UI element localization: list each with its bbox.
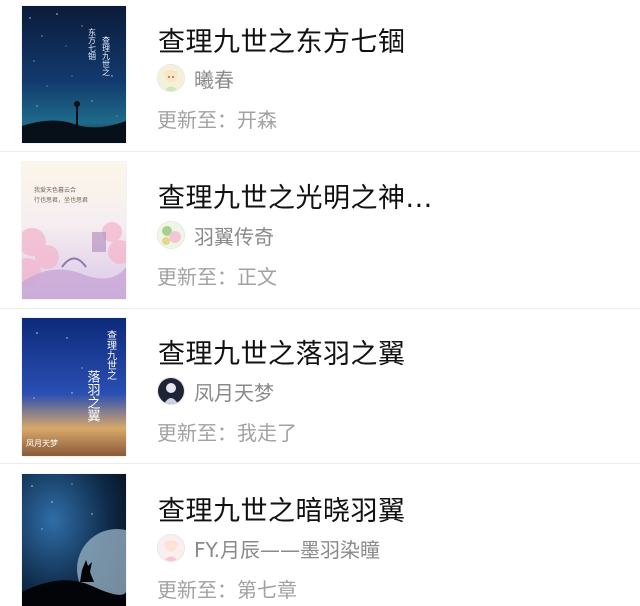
book-cover[interactable]	[22, 474, 126, 606]
svg-text:行也思君，坐也思君: 行也思君，坐也思君	[34, 196, 88, 204]
svg-text:查理九世之: 查理九世之	[102, 35, 111, 77]
update-prefix: 更新至：	[157, 578, 237, 602]
latest-chapter: 正文	[237, 265, 277, 289]
pink-anime-avatar-icon	[157, 534, 185, 562]
latest-chapter: 开森	[237, 108, 277, 132]
author-row[interactable]: FY.月辰——墨羽染瞳	[157, 534, 380, 562]
svg-text:凤月天梦: 凤月天梦	[26, 439, 58, 448]
book-list: 查理九世之 东方七锢 查理九世之东方七锢 曦春 更新至：开森 我爱天色暮云合 行…	[0, 0, 640, 606]
book-cover[interactable]: 查理九世之 东方七锢	[22, 6, 126, 143]
author-row[interactable]: 凤月天梦	[157, 377, 274, 405]
author-name: 羽翼传奇	[194, 224, 274, 249]
author-name: 曦春	[194, 67, 234, 92]
book-title[interactable]: 查理九世之光明之神...	[158, 176, 433, 215]
floral-avatar-icon	[157, 221, 185, 249]
crescent-moon-cover-image: 查理九世之 落羽之翼 凤月天梦	[22, 318, 126, 456]
book-cover[interactable]: 我爱天色暮云合 行也思君，坐也思君	[22, 162, 126, 299]
book-title[interactable]: 查理九世之东方七锢	[158, 20, 406, 59]
author-name: FY.月辰——墨羽染瞳	[194, 537, 381, 562]
author-row[interactable]: 羽翼传奇	[157, 221, 274, 249]
book-cover[interactable]: 查理九世之 落羽之翼 凤月天梦	[22, 318, 126, 456]
latest-update: 更新至：第七章	[157, 574, 297, 603]
cherry-blossom-cover-image: 我爱天色暮云合 行也思君，坐也思君	[22, 162, 126, 299]
author-name: 凤月天梦	[194, 380, 274, 405]
book-list-item[interactable]: 查理九世之 落羽之翼 凤月天梦 查理九世之落羽之翼 凤月天梦 更新至：我走了	[0, 309, 640, 464]
latest-update: 更新至：我走了	[157, 417, 297, 446]
svg-text:我爱天色暮云合: 我爱天色暮云合	[34, 186, 76, 194]
dark-anime-avatar-icon	[157, 377, 185, 405]
starry-night-cover-image: 查理九世之 东方七锢	[22, 6, 126, 143]
latest-chapter: 我走了	[237, 421, 297, 445]
latest-update: 更新至：开森	[157, 104, 277, 133]
wolf-moon-cover-image	[22, 474, 126, 606]
book-list-item[interactable]: 查理九世之 东方七锢 查理九世之东方七锢 曦春 更新至：开森	[0, 0, 640, 152]
update-prefix: 更新至：	[157, 265, 237, 289]
svg-text:查理九世之: 查理九世之	[105, 329, 117, 380]
book-title[interactable]: 查理九世之暗晓羽翼	[158, 489, 406, 528]
update-prefix: 更新至：	[157, 421, 237, 445]
latest-chapter: 第七章	[237, 578, 297, 602]
svg-text:落羽之翼: 落羽之翼	[85, 370, 101, 422]
book-list-item[interactable]: 查理九世之暗晓羽翼 FY.月辰——墨羽染瞳 更新至：第七章	[0, 464, 640, 606]
update-prefix: 更新至：	[157, 108, 237, 132]
svg-text:东方七锢: 东方七锢	[88, 27, 97, 61]
book-list-item[interactable]: 我爱天色暮云合 行也思君，坐也思君 查理九世之光明之神... 羽翼传奇 更新至：…	[0, 152, 640, 309]
author-row[interactable]: 曦春	[157, 64, 234, 92]
book-title[interactable]: 查理九世之落羽之翼	[158, 332, 406, 371]
latest-update: 更新至：正文	[157, 261, 277, 290]
anime-girl-avatar-icon	[157, 64, 185, 92]
